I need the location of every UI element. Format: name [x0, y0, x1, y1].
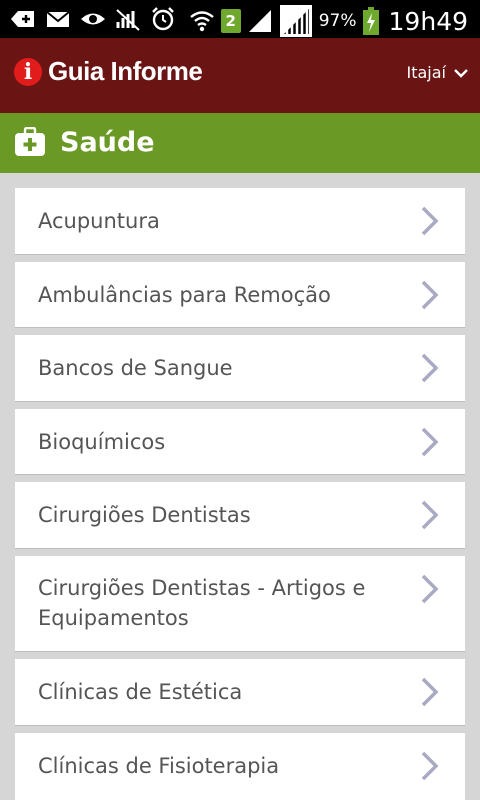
- app-logo[interactable]: i Guia Informe: [14, 56, 203, 87]
- eye-icon: [81, 13, 105, 25]
- status-bar: 2 97% 19h49: [0, 0, 480, 38]
- list-item-label: Ambulâncias para Remoção: [38, 283, 331, 307]
- notification-icons: [10, 6, 176, 32]
- list-item-label: Clínicas de Estética: [38, 680, 243, 704]
- list-item-clinicas-de-estetica[interactable]: Clínicas de Estética: [15, 659, 465, 725]
- chevron-right-icon: [421, 677, 439, 707]
- list-item-label: Cirurgiões Dentistas - Artigos e Equipam…: [38, 576, 366, 630]
- chevron-right-icon: [421, 206, 439, 236]
- chevron-right-icon: [421, 427, 439, 457]
- list-item-bioquimicos[interactable]: Bioquímicos: [15, 409, 465, 474]
- list-item-label: Clínicas de Fisioterapia: [38, 754, 280, 778]
- chevron-down-icon: [454, 68, 468, 78]
- city-selector[interactable]: Itajaí: [407, 63, 469, 82]
- backspace-plus-icon: [11, 11, 34, 27]
- chevron-right-icon: [421, 751, 439, 781]
- list-item-ambulancias[interactable]: Ambulâncias para Remoção: [15, 262, 465, 327]
- chevron-right-icon: [421, 574, 439, 604]
- no-signal-icon: [116, 9, 140, 31]
- list-item-clinicas-de-fisioterapia[interactable]: Clínicas de Fisioterapia: [15, 733, 465, 800]
- chevron-right-icon: [421, 353, 439, 383]
- section-title: Saúde: [60, 127, 155, 158]
- battery-percent: 97%: [318, 11, 357, 31]
- medical-kit-icon: [15, 127, 45, 156]
- system-icons: 2 97% 19h49: [189, 4, 468, 38]
- list-item-bancos-de-sangue[interactable]: Bancos de Sangue: [15, 335, 465, 401]
- wifi-icon: [189, 11, 214, 32]
- list-item-label: Cirurgiões Dentistas: [38, 503, 251, 527]
- battery-charging-icon: [362, 7, 379, 35]
- list-item-label: Bioquímicos: [38, 430, 166, 454]
- sim-badge: 2: [220, 9, 241, 33]
- logo-text: Guia Informe: [48, 56, 203, 86]
- city-label: Itajaí: [406, 63, 447, 82]
- mail-icon: [46, 11, 70, 27]
- list-item-cirurgioes-dentistas[interactable]: Cirurgiões Dentistas: [15, 482, 465, 548]
- section-header: Saúde: [0, 113, 480, 173]
- info-logo-icon: i: [14, 57, 42, 86]
- signal-icon: [248, 10, 271, 32]
- chevron-right-icon: [421, 500, 439, 530]
- list-item-label: Acupuntura: [38, 209, 160, 233]
- clock: 19h49: [388, 6, 468, 36]
- list-item-dentistas-artigos[interactable]: Cirurgiões Dentistas - Artigos e Equipam…: [15, 556, 465, 651]
- list-item-acupuntura[interactable]: Acupuntura: [15, 188, 465, 254]
- chevron-right-icon: [421, 280, 439, 310]
- app-header: i Guia Informe Itajaí: [0, 38, 480, 113]
- alarm-icon: [152, 7, 174, 31]
- list-item-label: Bancos de Sangue: [38, 356, 233, 380]
- signal-icon-2: [279, 5, 312, 37]
